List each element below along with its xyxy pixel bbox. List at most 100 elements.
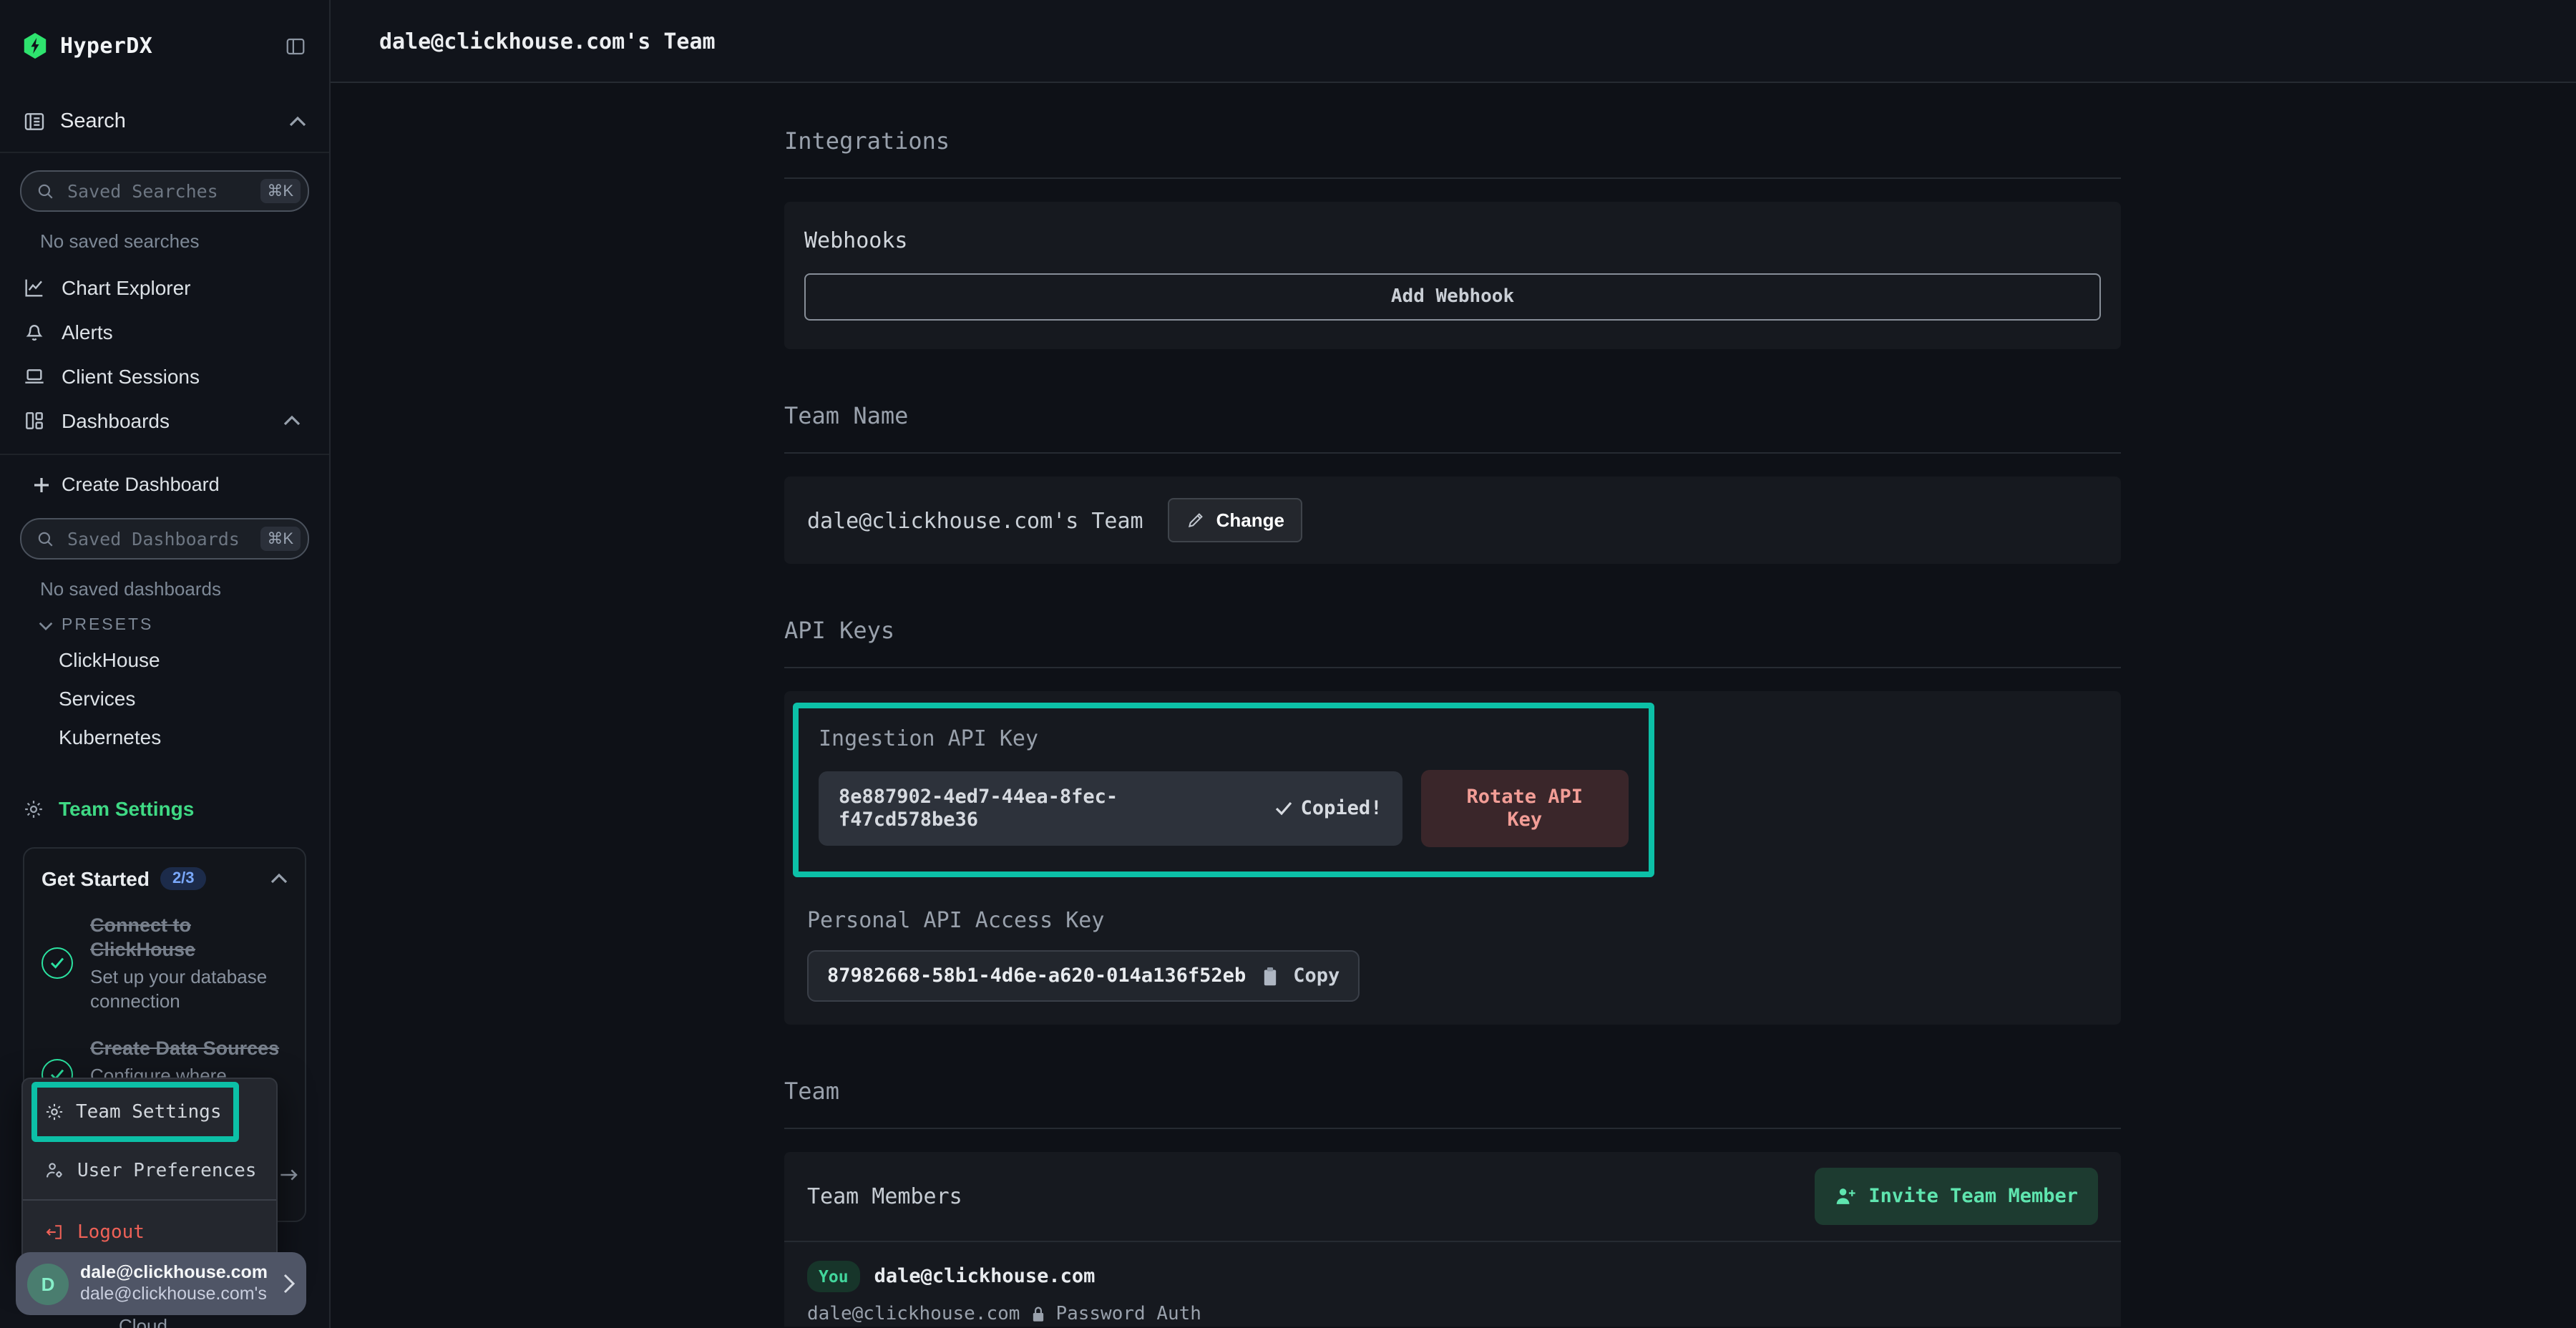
arrow-right-icon <box>279 1168 299 1182</box>
section-divider <box>784 1128 2121 1129</box>
bell-icon <box>23 321 46 343</box>
person-plus-icon <box>1834 1186 1855 1206</box>
collapse-sidebar-icon[interactable] <box>285 35 306 57</box>
sidebar-item-dashboards[interactable]: Dashboards <box>23 409 306 432</box>
sidebar-item-client-sessions[interactable]: Client Sessions <box>23 365 306 388</box>
personal-key-chip[interactable]: 87982668-58b1-4d6e-a620-014a136f52eb Cop… <box>807 950 1360 1002</box>
logo-row: HyperDX <box>0 0 329 59</box>
user-gear-icon <box>44 1161 64 1181</box>
search-icon <box>36 182 54 200</box>
member-name: dale@clickhouse.com <box>874 1265 1096 1288</box>
checklist-item-title: Create Data Sources <box>90 1036 268 1060</box>
check-circle-icon <box>42 947 73 979</box>
team-name-section-title: Team Name <box>784 402 2121 429</box>
saved-searches-input[interactable]: ⌘K <box>20 170 309 212</box>
checklist-item-subtitle: Set up your database connection <box>90 965 268 1013</box>
saved-dashboards-field[interactable] <box>64 527 250 551</box>
invite-team-member-button[interactable]: Invite Team Member <box>1814 1168 2098 1225</box>
personal-key-value: 87982668-58b1-4d6e-a620-014a136f52eb <box>827 965 1246 987</box>
create-dashboard-label: Create Dashboard <box>62 474 220 495</box>
copy-label: Copy <box>1293 965 1340 987</box>
settings-scroll-area[interactable]: Integrations Webhooks Add Webhook Team N… <box>329 83 2576 1327</box>
account-menu: Team Settings User Preferences Logout <box>21 1078 278 1265</box>
ingestion-key-value: 8e887902-4ed7-44ea-8fec-f47cd578be36 <box>839 786 1255 831</box>
webhooks-title: Webhooks <box>804 228 2101 253</box>
search-icon <box>36 529 54 548</box>
nav-label: Alerts <box>62 321 113 343</box>
integrations-section-title: Integrations <box>784 127 2121 155</box>
page-header: dale@clickhouse.com's Team <box>329 0 2576 83</box>
avatar: D <box>27 1263 69 1304</box>
api-keys-card: Ingestion API Key 8e887902-4ed7-44ea-8fe… <box>784 691 2121 1025</box>
menu-item-user-preferences[interactable]: User Preferences <box>23 1149 276 1192</box>
personal-key-label: Personal API Access Key <box>807 907 2098 933</box>
annotation-box: Ingestion API Key 8e887902-4ed7-44ea-8fe… <box>793 703 1654 877</box>
app-title: HyperDX <box>60 33 152 59</box>
create-dashboard-button[interactable]: Create Dashboard <box>20 474 309 495</box>
saved-searches-field[interactable] <box>64 179 250 203</box>
copied-label: Copied! <box>1301 797 1382 820</box>
sidebar: HyperDX Search ⌘K No saved sea <box>0 0 331 1328</box>
presets-toggle[interactable]: PRESETS <box>20 617 309 634</box>
plus-icon <box>33 476 50 493</box>
team-name-value: dale@clickhouse.com's Team <box>807 507 1143 533</box>
team-members-title: Team Members <box>807 1183 962 1209</box>
ingestion-key-chip[interactable]: 8e887902-4ed7-44ea-8fec-f47cd578be36 Cop… <box>819 771 1402 846</box>
preset-item-kubernetes[interactable]: Kubernetes <box>20 726 309 750</box>
laptop-icon <box>23 365 46 388</box>
api-keys-section-title: API Keys <box>784 617 2121 644</box>
profile-team: dale@clickhouse.com's <box>80 1284 268 1305</box>
main-area: dale@clickhouse.com's Team Integrations … <box>329 0 2576 1328</box>
sidebar-footer-partial: Cloud <box>0 1315 286 1328</box>
search-section-icon <box>23 110 46 133</box>
nav-label: Chart Explorer <box>62 276 191 299</box>
clipboard-icon <box>1260 965 1279 987</box>
menu-item-label: User Preferences <box>77 1160 256 1181</box>
menu-divider <box>23 1199 276 1201</box>
section-divider <box>784 452 2121 454</box>
team-name-card: dale@clickhouse.com's Team Change <box>784 477 2121 564</box>
preset-item-services[interactable]: Services <box>20 687 309 711</box>
no-saved-dashboards-note: No saved dashboards <box>40 578 309 600</box>
rotate-api-key-button[interactable]: Rotate API Key <box>1420 770 1629 847</box>
hyperdx-app: HyperDX Search ⌘K No saved sea <box>0 0 2576 1328</box>
search-section-label: Search <box>60 110 126 133</box>
change-team-name-button[interactable]: Change <box>1168 498 1303 542</box>
page-title: dale@clickhouse.com's Team <box>379 28 716 54</box>
lock-icon <box>1030 1305 1045 1324</box>
gear-icon <box>23 798 44 819</box>
nav-label: Client Sessions <box>62 365 200 388</box>
add-webhook-button[interactable]: Add Webhook <box>804 273 2101 321</box>
section-divider <box>784 667 2121 668</box>
copied-status: Copied! <box>1275 797 1382 820</box>
chevron-right-icon <box>283 1274 295 1294</box>
progress-badge: 2/3 <box>161 867 206 890</box>
sidebar-item-team-settings[interactable]: Team Settings <box>0 797 329 820</box>
profile-name: dale@clickhouse.com <box>80 1262 268 1284</box>
sidebar-item-alerts[interactable]: Alerts <box>23 321 306 343</box>
sidebar-item-search[interactable]: Search <box>0 110 329 133</box>
menu-item-team-settings[interactable]: Team Settings <box>76 1101 222 1123</box>
check-icon <box>1275 801 1292 816</box>
chevron-up-icon[interactable] <box>270 873 288 884</box>
sidebar-item-chart-explorer[interactable]: Chart Explorer <box>23 276 306 299</box>
shortcut-badge: ⌘K <box>260 179 301 203</box>
menu-item-label: Logout <box>77 1221 145 1243</box>
no-saved-searches-note: No saved searches <box>40 230 309 252</box>
auth-method: Password Auth <box>1055 1304 1201 1325</box>
profile-button[interactable]: D dale@clickhouse.com dale@clickhouse.co… <box>16 1252 306 1315</box>
nav-label: Dashboards <box>62 409 170 432</box>
menu-item-logout[interactable]: Logout <box>23 1208 276 1256</box>
team-members-card: Team Members Invite Team Member You dal <box>784 1152 2121 1327</box>
member-email: dale@clickhouse.com <box>807 1304 1020 1325</box>
saved-dashboards-input[interactable]: ⌘K <box>20 518 309 560</box>
team-member-row: You dale@clickhouse.com dale@clickhouse.… <box>807 1242 2098 1325</box>
team-settings-label: Team Settings <box>59 797 194 820</box>
checklist-item-title: Connect to ClickHouse <box>90 913 268 962</box>
section-divider <box>784 177 2121 179</box>
hyperdx-logo-icon <box>23 33 47 59</box>
checklist-item-connect[interactable]: Connect to ClickHouse Set up your databa… <box>42 913 288 1013</box>
preset-item-clickhouse[interactable]: ClickHouse <box>20 648 309 673</box>
pencil-icon <box>1186 511 1205 529</box>
annotation-box: Team Settings <box>31 1082 239 1142</box>
